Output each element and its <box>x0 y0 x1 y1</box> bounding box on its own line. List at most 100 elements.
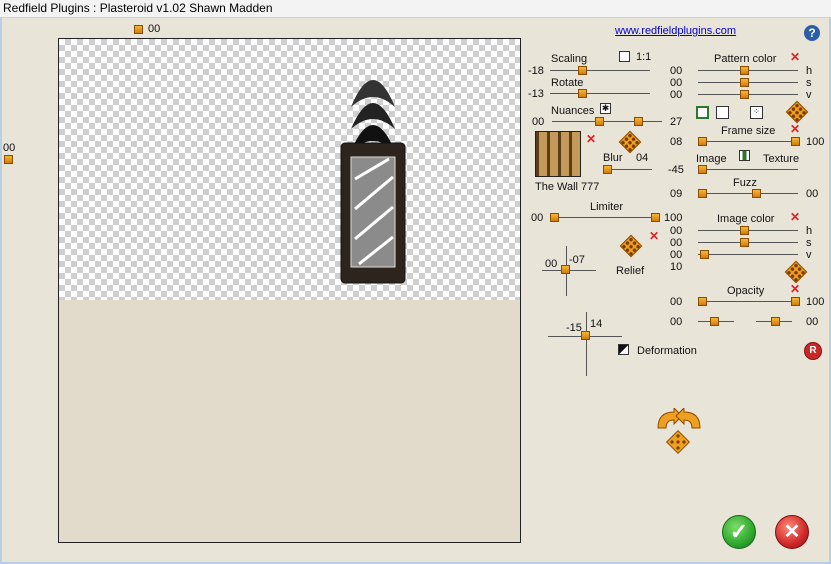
nuances-toggle[interactable]: ✱ <box>600 103 611 114</box>
relief-y-value: -07 <box>569 254 585 266</box>
image-v-slider-track[interactable] <box>698 254 798 255</box>
pattern-random-dice-icon[interactable] <box>785 100 809 124</box>
limiter-min-handle[interactable] <box>550 213 559 222</box>
nuances-max-handle[interactable] <box>634 117 643 126</box>
pattern-mode-dots-button[interactable]: ⁘ <box>750 106 763 119</box>
opacity-label: Opacity <box>727 285 765 297</box>
cancel-button[interactable]: ✕ <box>775 515 809 549</box>
help-icon[interactable]: ? <box>804 25 820 41</box>
limiter-max-handle[interactable] <box>651 213 660 222</box>
limiter-min-value: 00 <box>531 212 544 224</box>
opacity-a-value: 00 <box>670 316 683 328</box>
image-texture-toggle[interactable] <box>739 150 750 161</box>
image-texture-slider-track[interactable] <box>698 169 798 170</box>
preview-pan-y-value: 00 <box>3 142 16 154</box>
one-to-one-checkbox[interactable] <box>619 51 630 62</box>
image-label: Image <box>696 153 727 165</box>
frame-size-min-value: 08 <box>670 136 683 148</box>
opacity-min-handle[interactable] <box>698 297 707 306</box>
image-color-random-dice-icon[interactable] <box>784 260 808 284</box>
fuzz-slider-track[interactable] <box>698 193 798 194</box>
opacity-min-value: 00 <box>670 296 683 308</box>
image-color-label: Image color <box>717 213 775 225</box>
pattern-v-slider-handle[interactable] <box>740 90 749 99</box>
image-s-slider-handle[interactable] <box>740 238 749 247</box>
nuances-min-handle[interactable] <box>595 117 604 126</box>
frame-size-min-handle[interactable] <box>698 137 707 146</box>
image-color-extra-value: 10 <box>670 261 683 273</box>
limiter-label: Limiter <box>590 201 624 213</box>
pattern-v-label: v <box>806 89 812 101</box>
ok-button[interactable]: ✓ <box>722 515 756 549</box>
image-s-value: 00 <box>670 237 683 249</box>
opacity-slider-track[interactable] <box>698 301 798 302</box>
fuzz-min-handle[interactable] <box>698 189 707 198</box>
transparency-checker <box>59 39 520 300</box>
pattern-v-value: 00 <box>670 89 683 101</box>
relief-label: Relief <box>616 265 645 277</box>
blur-value: 04 <box>636 152 649 164</box>
relief-random-dice-icon[interactable] <box>619 234 643 258</box>
pattern-color-reset-icon[interactable]: ✕ <box>790 51 800 63</box>
rotate-label: Rotate <box>551 77 584 89</box>
image-color-reset-icon[interactable]: ✕ <box>790 211 800 223</box>
pattern-h-value: 00 <box>670 65 683 77</box>
rotate-slider-track[interactable] <box>550 93 650 94</box>
preview-canvas[interactable] <box>58 38 521 543</box>
nuances-slider-track[interactable] <box>552 121 662 122</box>
texture-thumbnail[interactable] <box>535 131 581 177</box>
pattern-mode-blank-button[interactable] <box>716 106 729 119</box>
opacity-max-value: 100 <box>806 296 825 308</box>
nuances-max-value: 27 <box>670 116 683 128</box>
relief-pad-handle[interactable] <box>561 265 570 274</box>
frame-size-max-handle[interactable] <box>791 137 800 146</box>
opacity-reset-icon[interactable]: ✕ <box>790 283 800 295</box>
scaling-slider-handle[interactable] <box>578 66 587 75</box>
preview-pan-y-handle[interactable] <box>4 155 13 164</box>
opacity-b-slider-handle[interactable] <box>771 317 780 326</box>
frame-size-reset-icon[interactable]: ✕ <box>790 123 800 135</box>
image-v-slider-handle[interactable] <box>700 250 709 259</box>
fuzz-label: Fuzz <box>733 177 757 189</box>
reset-all-icon[interactable]: R <box>804 342 822 360</box>
nuances-min-value: 00 <box>532 116 545 128</box>
pattern-color-label: Pattern color <box>714 53 777 65</box>
pattern-h-slider-handle[interactable] <box>740 66 749 75</box>
fuzz-max-value: 00 <box>806 188 819 200</box>
limiter-slider-track[interactable] <box>552 217 658 218</box>
one-to-one-label: 1:1 <box>636 51 652 63</box>
pattern-s-slider-handle[interactable] <box>740 78 749 87</box>
deformation-y-value: 14 <box>590 318 603 330</box>
pattern-s-label: s <box>806 77 812 89</box>
image-h-slider-handle[interactable] <box>740 226 749 235</box>
blur-label: Blur <box>603 152 623 164</box>
opacity-a-slider-handle[interactable] <box>710 317 719 326</box>
randomize-all-icon[interactable] <box>652 408 706 456</box>
relief-reset-icon[interactable]: ✕ <box>649 230 659 242</box>
deformation-checkbox[interactable] <box>618 344 629 355</box>
image-texture-value: -45 <box>668 164 684 176</box>
texture-label: Texture <box>763 153 800 165</box>
deformation-pad-vertical-axis[interactable] <box>586 312 587 376</box>
texture-random-dice-icon[interactable] <box>618 130 642 154</box>
limiter-max-value: 100 <box>664 212 683 224</box>
rotate-slider-handle[interactable] <box>578 89 587 98</box>
frame-size-slider-track[interactable] <box>698 141 798 142</box>
pattern-mode-frame-button[interactable] <box>696 106 709 119</box>
image-texture-slider-handle[interactable] <box>698 165 707 174</box>
website-link[interactable]: www.redfieldplugins.com <box>615 25 736 37</box>
image-v-label: v <box>806 249 812 261</box>
preview-pan-x-handle[interactable] <box>134 25 143 34</box>
blur-slider-handle[interactable] <box>603 165 612 174</box>
image-h-label: h <box>806 225 813 237</box>
opacity-max-handle[interactable] <box>791 297 800 306</box>
scaling-value: -18 <box>528 65 544 77</box>
deformation-label: Deformation <box>637 345 697 357</box>
pattern-s-value: 00 <box>670 77 683 89</box>
fuzz-max-handle[interactable] <box>752 189 761 198</box>
scaling-slider-track[interactable] <box>550 70 650 71</box>
texture-remove-icon[interactable]: ✕ <box>586 133 596 145</box>
deformation-x-value: -15 <box>566 322 582 334</box>
opacity-b-value: 00 <box>806 316 819 328</box>
deformation-pad-handle[interactable] <box>581 331 590 340</box>
